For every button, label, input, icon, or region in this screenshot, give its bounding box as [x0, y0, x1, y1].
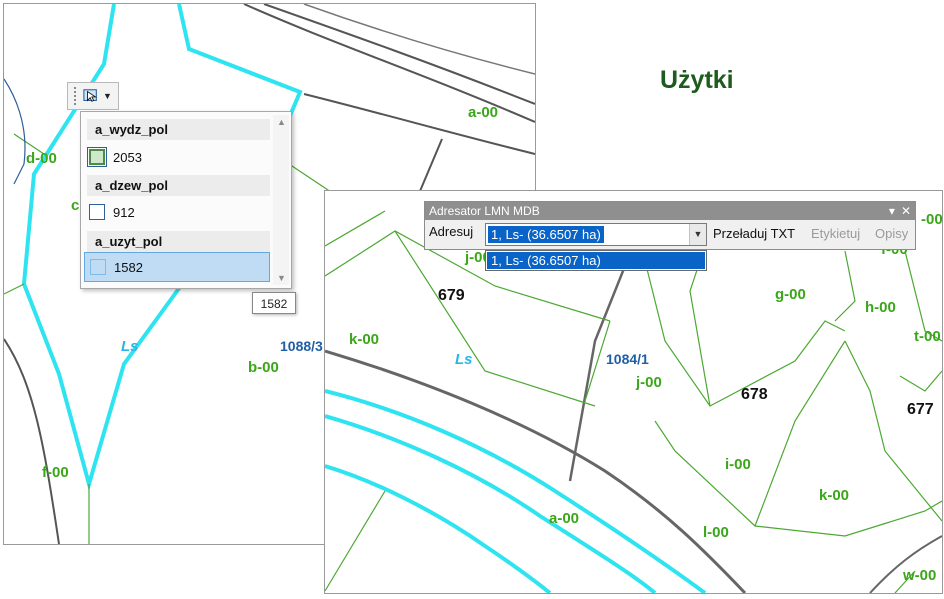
map-label-ls: Ls	[121, 338, 139, 355]
swatch-icon	[87, 147, 107, 167]
map-label-f00: f-00	[42, 464, 69, 481]
swatch-icon	[89, 204, 105, 220]
label-button[interactable]: Etykietuj	[811, 226, 860, 241]
chevron-down-icon[interactable]: ▾	[889, 202, 895, 220]
layer-header: a_uzyt_pol	[87, 231, 270, 252]
swatch-icon	[90, 259, 106, 275]
descriptions-button[interactable]: Opisy	[875, 226, 908, 241]
address-combo-value: 1, Ls- (36.6507 ha)	[488, 226, 604, 243]
map-label-t00: t-00	[914, 328, 941, 345]
layer-header: a_wydz_pol	[87, 119, 270, 140]
map-label-h00: h-00	[865, 299, 896, 316]
list-item-value: 1582	[114, 259, 143, 275]
map-label-k00-left: k-00	[349, 331, 380, 348]
chevron-down-icon[interactable]: ▼	[277, 273, 286, 283]
map-label-c: c	[71, 197, 80, 214]
map-label-j00: j-00	[636, 374, 662, 391]
layer-header: a_dzew_pol	[87, 175, 270, 196]
map-label-parcel-number: 1088/3	[280, 338, 323, 354]
address-combo[interactable]: 1, Ls- (36.6507 ha) ▼	[485, 223, 707, 246]
tooltip: 1582	[252, 292, 296, 314]
list-item-value: 2053	[113, 149, 142, 165]
reload-txt-button[interactable]: Przeładuj TXT	[713, 226, 795, 241]
map-label-edge-d00: -00	[921, 211, 943, 228]
map-label-d00: d-00	[26, 150, 57, 167]
close-icon[interactable]: ✕	[901, 202, 911, 220]
toolbar-titlebar[interactable]: Adresator LMN MDB ▾ ✕	[425, 202, 915, 220]
list-item[interactable]: 1582	[84, 252, 270, 282]
map-label-a00: a-00	[468, 104, 499, 121]
list-item-value: 912	[113, 204, 135, 220]
map-label-ls: Ls	[455, 351, 473, 368]
toolbar-title: Adresator LMN MDB	[429, 204, 540, 218]
chevron-down-icon[interactable]: ▼	[689, 224, 706, 245]
list-item[interactable]: 2053	[84, 142, 270, 172]
address-options-list[interactable]: 1, Ls- (36.6507 ha)	[485, 250, 707, 271]
chevron-up-icon[interactable]: ▲	[277, 117, 286, 127]
toolbar-grip[interactable]	[74, 87, 79, 105]
list-item[interactable]: 912	[84, 197, 270, 227]
map-label-parcel-679: 679	[438, 287, 465, 304]
selection-results-list[interactable]: a_wydz_pol 2053 a_dzew_pol 912 a_uzyt_po…	[80, 111, 292, 289]
map-label-l00: l-00	[703, 524, 729, 541]
chevron-down-icon[interactable]: ▼	[103, 91, 112, 101]
map-label-i00: i-00	[725, 456, 751, 473]
map-label-k00-right: k-00	[819, 487, 850, 504]
map-label-parcel-678: 678	[741, 386, 768, 403]
map-label-parcel-number: 1084/1	[606, 351, 649, 367]
vertical-scrollbar[interactable]: ▲ ▼	[273, 115, 289, 285]
adresuj-label: Adresuj	[429, 224, 474, 239]
map-label-parcel-677: 677	[907, 401, 934, 418]
map-label-b00: b-00	[248, 359, 279, 376]
adresator-toolbar[interactable]: Adresator LMN MDB ▾ ✕ Adresuj 1, Ls- (36…	[424, 201, 916, 250]
map-label-g00: g-00	[775, 286, 806, 303]
list-item[interactable]: 1, Ls- (36.6507 ha)	[487, 252, 705, 269]
map-label-a00: a-00	[549, 510, 580, 527]
select-features-button[interactable]: ▼	[67, 82, 119, 110]
select-features-icon	[83, 89, 97, 102]
slide-title: Użytki	[660, 66, 734, 94]
map-label-w00: w-00	[903, 567, 937, 584]
